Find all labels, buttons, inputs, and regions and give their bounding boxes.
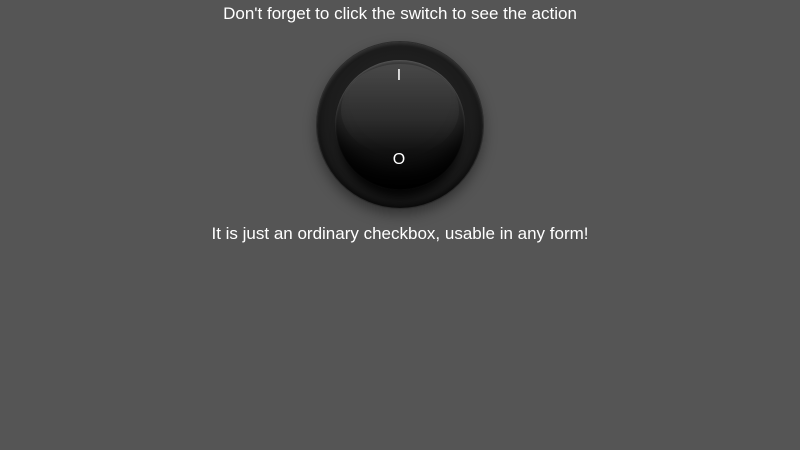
page: Don't forget to click the switch to see … [0, 0, 800, 450]
instruction-text: Don't forget to click the switch to see … [223, 4, 577, 23]
footer-note: It is just an ordinary checkbox, usable … [211, 224, 589, 243]
rocker-switch[interactable]: I O [317, 42, 483, 208]
